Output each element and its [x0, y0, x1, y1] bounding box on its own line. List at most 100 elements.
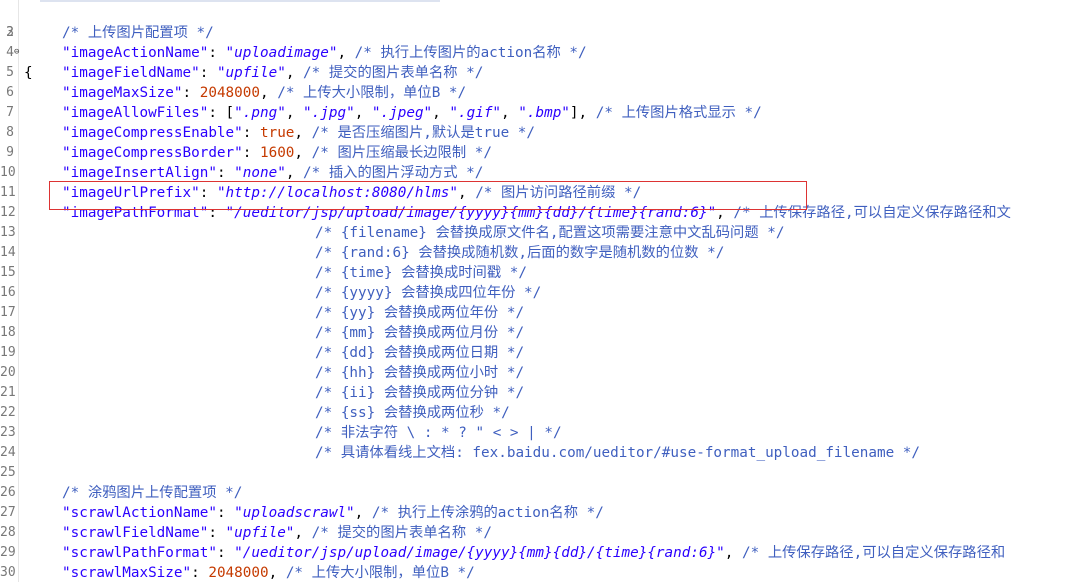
code-line-20[interactable]: 20 /* {hh} 会替换成两位小时 */	[0, 363, 1079, 383]
comment: /* 上传大小限制，单位B */	[277, 85, 467, 101]
comment: /* 具请体看线上文档: fex.baidu.com/ueditor/#use-…	[315, 445, 920, 461]
line-number: 19	[0, 345, 16, 360]
comment: /* 非法字符 \ : * ? " < > | */	[315, 425, 562, 441]
code-line-5[interactable]: 5 "imageFieldName": "upfile", /* 提交的图片表单名…	[0, 63, 1079, 83]
punctuation: ,	[268, 565, 286, 581]
line-number: 5	[6, 65, 14, 80]
punctuation: ,	[337, 45, 355, 61]
code-text: "imageFieldName": "upfile", /* 提交的图片表单名称…	[62, 63, 483, 83]
code-line-15[interactable]: 15 /* {time} 会替换成时间戳 */	[0, 263, 1079, 283]
code-line-19[interactable]: 19 /* {dd} 会替换成两位日期 */	[0, 343, 1079, 363]
code-line-18[interactable]: 18 /* {mm} 会替换成两位月份 */	[0, 323, 1079, 343]
code-line-4[interactable]: 4 "imageActionName": "uploadimage", /* 执行…	[0, 43, 1079, 63]
code-line-2[interactable]: 2 ⊖ {	[0, 3, 1079, 81]
punctuation: :	[182, 85, 200, 101]
punctuation: ,	[294, 525, 312, 541]
code-text: "imagePathFormat": "/ueditor/jsp/upload/…	[62, 203, 1011, 223]
code-text: "imageInsertAlign": "none", /* 插入的图片浮动方式…	[62, 163, 483, 183]
string-value: "http://localhost:8080/hlms"	[216, 185, 458, 201]
code-text: /* {rand:6} 会替换成随机数,后面的数字是随机数的位数 */	[315, 243, 724, 263]
punctuation: :	[208, 525, 226, 541]
code-line-9[interactable]: 9 "imageCompressBorder": 1600, /* 图片压缩最长边…	[0, 143, 1079, 163]
comment: /* {ss} 会替换成两位秒 */	[315, 405, 510, 421]
code-line-21[interactable]: 21 /* {ii} 会替换成两位分钟 */	[0, 383, 1079, 403]
code-line-8[interactable]: 8 "imageCompressEnable": true, /* 是否压缩图片,…	[0, 123, 1079, 143]
code-line-16[interactable]: 16 /* {yyyy} 会替换成四位年份 */	[0, 283, 1079, 303]
punctuation: ,	[285, 165, 304, 181]
line-number: 18	[0, 325, 16, 340]
code-line-7[interactable]: 7 "imageAllowFiles": [".png", ".jpg", ".j…	[0, 103, 1079, 123]
comment: /* 上传保存路径,可以自定义保存路径和	[742, 545, 1006, 561]
line-number: 24	[0, 445, 16, 460]
code-text: /* {filename} 会替换成原文件名,配置这项需要注意中文乱码问题 */	[315, 223, 784, 243]
code-text: /* 涂鸦图片上传配置项 */	[62, 483, 242, 503]
code-text: "imageActionName": "uploadimage", /* 执行上…	[62, 43, 587, 63]
line-number: 22	[0, 405, 16, 420]
punctuation: ,	[285, 65, 304, 81]
line-number: 6	[6, 85, 14, 100]
code-line-13[interactable]: 13 /* {filename} 会替换成原文件名,配置这项需要注意中文乱码问题 …	[0, 223, 1079, 243]
json-key: "scrawlMaxSize"	[62, 565, 192, 581]
punctuation: :	[208, 205, 226, 221]
code-text: "scrawlActionName": "uploadscrawl", /* 执…	[62, 503, 604, 523]
code-text: /* {ii} 会替换成两位分钟 */	[315, 383, 524, 403]
comment: /* 图片压缩最长边限制 */	[311, 145, 492, 161]
code-line-24[interactable]: 24 /* 具请体看线上文档: fex.baidu.com/ueditor/#us…	[0, 443, 1079, 463]
line-number: 7	[6, 105, 14, 120]
comment: /* 涂鸦图片上传配置项 */	[62, 485, 243, 501]
code-editor[interactable]: 2 ⊖ { 3/* 上传图片配置项 */ 4 "imageActionName": …	[0, 0, 1079, 582]
line-number: 28	[0, 525, 16, 540]
code-line-25[interactable]: 25	[0, 463, 1079, 483]
code-text: "imageCompressEnable": true, /* 是否压缩图片,默…	[62, 123, 535, 143]
string-value: "uploadimage"	[225, 45, 338, 61]
line-number: 4	[6, 45, 14, 60]
line-number: 26	[0, 485, 16, 500]
comment: /* 执行上传图片的action名称 */	[354, 45, 587, 61]
code-line-11[interactable]: 11 "imageUrlPrefix": "http://localhost:80…	[0, 183, 1079, 203]
code-line-26[interactable]: 26 /* 涂鸦图片上传配置项 */	[0, 483, 1079, 503]
code-line-12[interactable]: 12 "imagePathFormat": "/ueditor/jsp/uploa…	[0, 203, 1079, 223]
code-line-23[interactable]: 23 /* 非法字符 \ : * ? " < > | */	[0, 423, 1079, 443]
code-line-28[interactable]: 28 "scrawlFieldName": "upfile", /* 提交的图片表…	[0, 523, 1079, 543]
comment: /* {mm} 会替换成两位月份 */	[315, 325, 525, 341]
code-text: "scrawlMaxSize": 2048000, /* 上传大小限制，单位B …	[62, 563, 475, 582]
line-number: 12	[0, 205, 16, 220]
punctuation: ,	[716, 205, 734, 221]
code-line-3[interactable]: 3 /* 上传图片配置项 */	[0, 23, 1079, 43]
code-line-14[interactable]: 14 /* {rand:6} 会替换成随机数,后面的数字是随机数的位数 */	[0, 243, 1079, 263]
comment: /* 是否压缩图片,默认是true */	[311, 125, 535, 141]
comment: /* 插入的图片浮动方式 */	[303, 165, 484, 181]
code-line-22[interactable]: 22 /* {ss} 会替换成两位秒 */	[0, 403, 1079, 423]
json-key: "imageUrlPrefix"	[62, 185, 200, 201]
code-line-30[interactable]: 30 "scrawlMaxSize": 2048000, /* 上传大小限制，单位…	[0, 563, 1079, 582]
line-number: 13	[0, 225, 16, 240]
json-key: "imageInsertAlign"	[62, 165, 217, 181]
string-value: ".jpeg"	[371, 105, 433, 121]
code-line-10[interactable]: 10 "imageInsertAlign": "none", /* 插入的图片浮动…	[0, 163, 1079, 183]
line-number: 8	[6, 125, 14, 140]
punctuation: ,	[294, 125, 312, 141]
comment: /* 上传图片格式显示 */	[595, 105, 762, 121]
code-line-17[interactable]: 17 /* {yy} 会替换成两位年份 */	[0, 303, 1079, 323]
punctuation: ,	[294, 145, 312, 161]
comment: /* {hh} 会替换成两位小时 */	[315, 365, 525, 381]
string-value: "upfile"	[225, 525, 295, 541]
code-text: /* {yyyy} 会替换成四位年份 */	[315, 283, 541, 303]
comment: /* {ii} 会替换成两位分钟 */	[315, 385, 525, 401]
line-number: 29	[0, 545, 16, 560]
json-key: "imageAllowFiles"	[62, 105, 209, 121]
line-number: 30	[0, 565, 16, 580]
number-value: 2048000	[199, 85, 260, 101]
punctuation: :	[191, 565, 209, 581]
punctuation: ,	[285, 105, 304, 121]
string-value: "none"	[234, 165, 286, 181]
comment: /* {dd} 会替换成两位日期 */	[315, 345, 525, 361]
code-text: /* 上传图片配置项 */	[62, 23, 214, 43]
code-line-29[interactable]: 29 "scrawlPathFormat": "/ueditor/jsp/uplo…	[0, 543, 1079, 563]
code-text: /* 具请体看线上文档: fex.baidu.com/ueditor/#use-…	[315, 443, 920, 463]
json-key: "imageMaxSize"	[62, 85, 183, 101]
code-line-27[interactable]: 27 "scrawlActionName": "uploadscrawl", /*…	[0, 503, 1079, 523]
code-line-6[interactable]: 6 "imageMaxSize": 2048000, /* 上传大小限制，单位B …	[0, 83, 1079, 103]
comment: /* 上传图片配置项 */	[62, 25, 214, 41]
punctuation: :	[216, 545, 235, 561]
